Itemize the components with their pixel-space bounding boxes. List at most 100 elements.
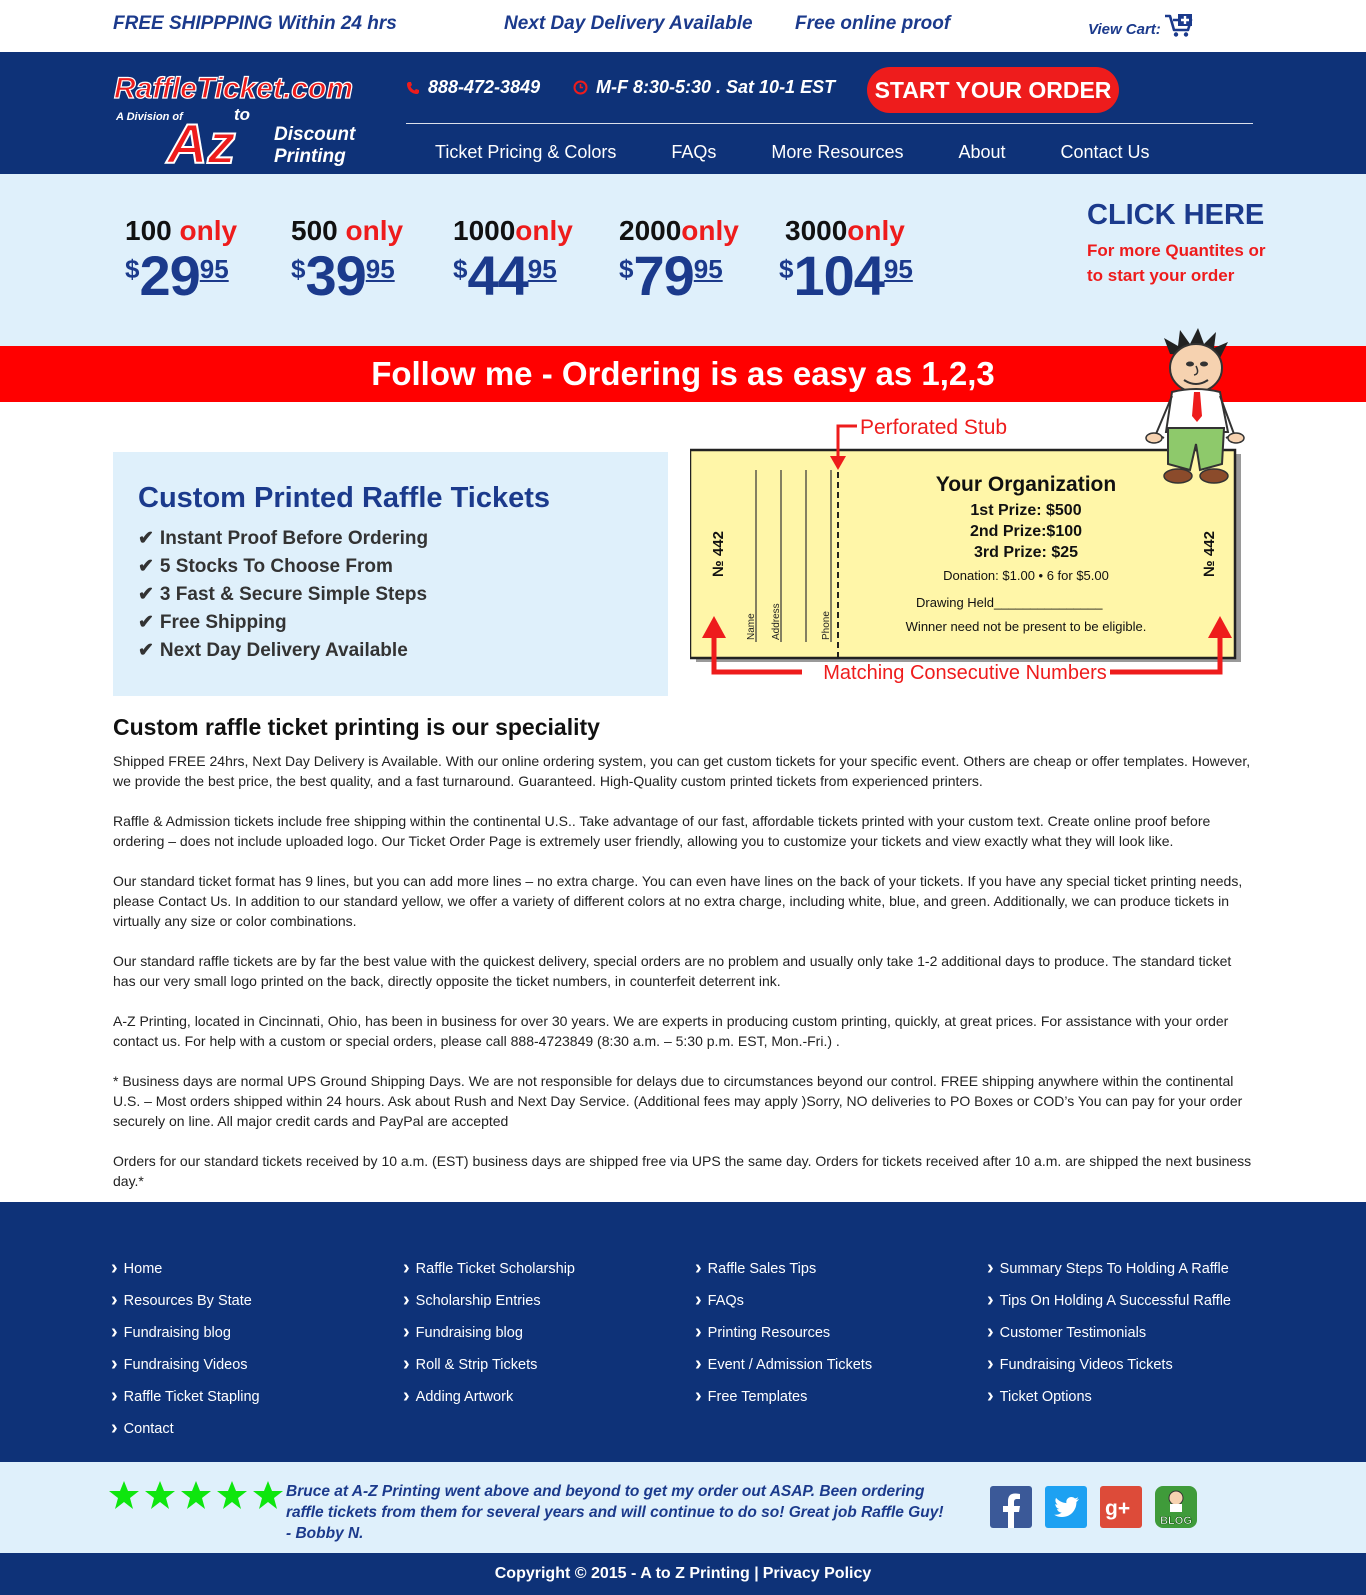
- click-here-title: CLICK HERE: [1087, 199, 1265, 231]
- check-icon: ✔: [138, 612, 154, 633]
- price-currency: $: [619, 254, 634, 284]
- logo-printing-text: Printing: [274, 146, 346, 167]
- next-day-delivery-text: Next Day Delivery Available: [504, 13, 753, 34]
- footer-col-3: Raffle Sales Tips FAQs Printing Resource…: [695, 1252, 872, 1412]
- price-tier-3000[interactable]: 3000only $104 95: [779, 216, 954, 304]
- start-your-order-button[interactable]: START YOUR ORDER: [867, 67, 1119, 113]
- privacy-policy-link[interactable]: Privacy Policy: [763, 1565, 872, 1583]
- raffle-guy-mascot: [1145, 328, 1245, 484]
- stub-field-address: Address: [771, 603, 782, 640]
- site-header: RaffleTicket.com A Division of Az to Dis…: [0, 52, 1366, 176]
- view-cart-link[interactable]: View Cart:: [1088, 12, 1194, 38]
- top-info-bar: FREE SHIPPPING Within 24 hrs Next Day De…: [0, 0, 1366, 52]
- star-icon: [217, 1481, 247, 1509]
- copyright-bar: Copyright © 2015 - A to Z Printing | Pri…: [0, 1553, 1366, 1595]
- footer-link-contact[interactable]: Contact: [111, 1412, 260, 1444]
- nav-more-resources[interactable]: More Resources: [771, 142, 903, 163]
- footer-link-event-tickets[interactable]: Event / Admission Tickets: [695, 1348, 872, 1380]
- phone-icon: [407, 81, 419, 94]
- ticket-org: Your Organization: [936, 473, 1116, 496]
- footer-link-ticket-stapling[interactable]: Raffle Ticket Stapling: [111, 1380, 260, 1412]
- click-here-subtitle: For more Quantites or to start your orde…: [1087, 241, 1266, 285]
- footer-link-fundraising-videos[interactable]: Fundraising Videos: [111, 1348, 260, 1380]
- price-only: only: [171, 215, 238, 246]
- price-dollars: 79: [633, 244, 694, 307]
- footer-link-ticket-options[interactable]: Ticket Options: [987, 1380, 1231, 1412]
- footer-link-scholarship[interactable]: Raffle Ticket Scholarship: [403, 1252, 575, 1284]
- footer-link-scholarship-entries[interactable]: Scholarship Entries: [403, 1284, 575, 1316]
- price-currency: $: [291, 254, 306, 284]
- footer-link-summary-steps[interactable]: Summary Steps To Holding A Raffle: [987, 1252, 1231, 1284]
- price-tier-100[interactable]: 100 only $29 95: [125, 216, 275, 304]
- facebook-icon: [1003, 1493, 1020, 1528]
- cart-icon: [1164, 14, 1193, 37]
- clock-icon: [573, 80, 588, 95]
- ticket-drawing: Drawing Held_______________: [916, 595, 1103, 610]
- free-proof-text: Free online proof: [795, 13, 951, 34]
- feature-label: Next Day Delivery Available: [159, 640, 408, 661]
- price-currency: $: [453, 254, 468, 284]
- logo-main-text: RaffleTicket.com: [114, 72, 353, 105]
- content-paragraph: Raffle & Admission tickets include free …: [113, 813, 1211, 849]
- price-cents: 95: [365, 254, 395, 284]
- main-nav: Ticket Pricing & Colors FAQs More Resour…: [406, 132, 1150, 172]
- ticket-prize-2: 2nd Prize:$100: [970, 523, 1082, 540]
- header-phone[interactable]: 888-472-3849: [406, 77, 540, 98]
- footer-col-2: Raffle Ticket Scholarship Scholarship En…: [403, 1252, 575, 1412]
- star-icon: [109, 1481, 139, 1509]
- footer-link-videos-tickets[interactable]: Fundraising Videos Tickets: [987, 1348, 1231, 1380]
- google-plus-link[interactable]: g+: [1100, 1486, 1142, 1528]
- footer-col-1: Home Resources By State Fundraising blog…: [111, 1252, 260, 1444]
- blog-link[interactable]: BLOG: [1155, 1486, 1197, 1528]
- nav-contact-us[interactable]: Contact Us: [1061, 142, 1150, 163]
- business-hours: M-F 8:30-5:30 . Sat 10-1 EST: [596, 77, 836, 97]
- price-only: only: [847, 215, 905, 246]
- price-qty: 2000: [619, 215, 682, 246]
- feature-item: ✔ 5 Stocks To Choose From: [138, 553, 643, 581]
- features-list: ✔ Instant Proof Before Ordering ✔ 5 Stocks…: [138, 525, 643, 665]
- feature-label: 3 Fast & Secure Simple Steps: [159, 584, 428, 605]
- view-cart-label: View Cart:: [1088, 21, 1161, 38]
- nav-about[interactable]: About: [958, 142, 1005, 163]
- feature-item: ✔ Next Day Delivery Available: [138, 637, 643, 665]
- blog-icon: BLOG: [1160, 1490, 1192, 1527]
- footer-link-sales-tips[interactable]: Raffle Sales Tips: [695, 1252, 872, 1284]
- footer-links: Home Resources By State Fundraising blog…: [0, 1202, 1366, 1462]
- nav-faqs[interactable]: FAQs: [671, 142, 716, 163]
- footer-link-faqs[interactable]: FAQs: [695, 1284, 872, 1316]
- google-plus-icon: g+: [1105, 1497, 1130, 1520]
- ticket-winner: Winner need not be present to be eligibl…: [906, 619, 1147, 634]
- site-logo[interactable]: RaffleTicket.com A Division of Az to Dis…: [112, 68, 382, 176]
- footer-link-resources-by-state[interactable]: Resources By State: [111, 1284, 260, 1316]
- footer-link-printing-resources[interactable]: Printing Resources: [695, 1316, 872, 1348]
- footer-link-fundraising-blog-2[interactable]: Fundraising blog: [403, 1316, 575, 1348]
- nav-divider: [406, 123, 1253, 124]
- blog-label: BLOG: [1160, 1515, 1192, 1527]
- star-icon: [253, 1481, 283, 1509]
- footer-link-roll-strip[interactable]: Roll & Strip Tickets: [403, 1348, 575, 1380]
- footer-link-adding-artwork[interactable]: Adding Artwork: [403, 1380, 575, 1412]
- price-tier-500[interactable]: 500 only $39 95: [291, 216, 441, 304]
- price-cents: 95: [527, 254, 557, 284]
- price-dollars: 39: [305, 244, 366, 307]
- facebook-link[interactable]: [990, 1486, 1032, 1528]
- feature-item: ✔ Instant Proof Before Ordering: [138, 525, 643, 553]
- price-tier-1000[interactable]: 1000only $44 95: [453, 216, 603, 304]
- ticket-number: № 442: [1201, 531, 1218, 577]
- matching-numbers-label: Matching Consecutive Numbers: [823, 662, 1106, 684]
- footer-col-4: Summary Steps To Holding A Raffle Tips O…: [987, 1252, 1231, 1412]
- footer-link-free-templates[interactable]: Free Templates: [695, 1380, 872, 1412]
- copyright-text: Copyright © 2015 - A to Z Printing |: [494, 1565, 759, 1582]
- click-here-link[interactable]: CLICK HERE For more Quantites or to star…: [1087, 198, 1277, 288]
- price-tier-2000[interactable]: 2000only $79 95: [619, 216, 769, 304]
- footer-link-testimonials[interactable]: Customer Testimonials: [987, 1316, 1231, 1348]
- content-paragraph: * Business days are normal UPS Ground Sh…: [113, 1073, 1243, 1129]
- footer-link-fundraising-blog[interactable]: Fundraising blog: [111, 1316, 260, 1348]
- stub-number: № 442: [710, 531, 727, 577]
- nav-ticket-pricing[interactable]: Ticket Pricing & Colors: [435, 142, 616, 163]
- testimonial-quote: Bruce at A-Z Printing went above and bey…: [286, 1483, 944, 1542]
- footer-link-home[interactable]: Home: [111, 1252, 260, 1284]
- footer-link-tips-successful-raffle[interactable]: Tips On Holding A Successful Raffle: [987, 1284, 1231, 1316]
- stub-field-phone: Phone: [821, 611, 832, 640]
- twitter-link[interactable]: [1045, 1486, 1087, 1528]
